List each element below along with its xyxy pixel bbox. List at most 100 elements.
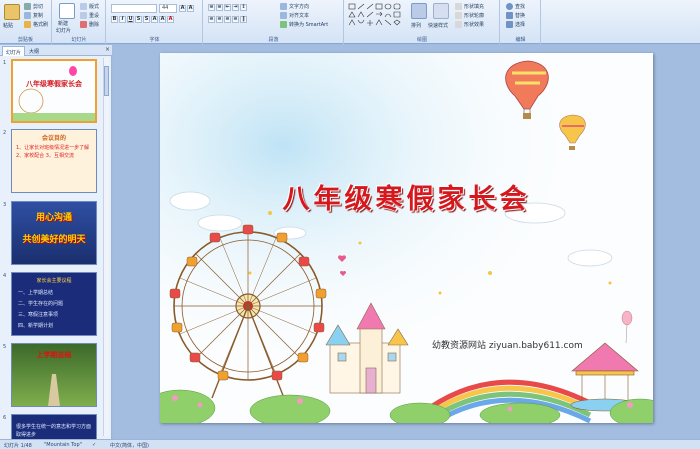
reset-icon <box>80 12 87 19</box>
new-slide-icon[interactable] <box>59 3 75 19</box>
thumbnail-number: 1 <box>3 60 7 66</box>
slides-group: 新建 幻灯片 版式 重设 删除 幻灯片 <box>53 0 106 44</box>
select-icon <box>506 21 513 28</box>
font-name-combo[interactable] <box>111 4 157 13</box>
shape-effects-button[interactable]: 形状效果 <box>455 21 484 28</box>
thumbnail-heading: 家长会主要议程 <box>36 278 72 284</box>
slide-background-illustration <box>160 53 653 423</box>
font-color-button[interactable]: A <box>167 16 174 23</box>
thumbnail-number: 4 <box>3 273 7 279</box>
reset-button[interactable]: 重设 <box>80 12 99 19</box>
thumbnail-item: 二、学生存在的问题 <box>18 301 64 307</box>
copy-icon <box>24 12 31 19</box>
columns-button[interactable]: ‖ <box>240 16 247 23</box>
slide-thumbnail-5[interactable]: 上学期总结 <box>11 343 97 407</box>
thumbnail-scrollbar[interactable] <box>103 58 109 436</box>
paragraph-group-label: 段落 <box>268 37 279 43</box>
align-left-button[interactable]: ≡ <box>208 16 215 23</box>
watermark-text: 幼教资源网站 ziyuan.baby611.com <box>432 341 583 351</box>
align-right-button[interactable]: ≡ <box>224 16 231 23</box>
slide-thumbnail-3[interactable]: 用心沟通 共创美好的明天 <box>11 201 97 265</box>
arrange-icon[interactable] <box>411 3 427 19</box>
find-icon <box>506 3 513 10</box>
clipboard-group: 粘贴 剪切 复制 格式刷 剪贴板 <box>0 0 52 44</box>
layout-button[interactable]: 版式 <box>80 3 99 10</box>
slides-group-label: 幻灯片 <box>71 37 87 43</box>
shape-fill-button[interactable]: 形状填充 <box>455 3 484 10</box>
text-direction-icon <box>280 3 287 10</box>
editing-group: 查找 替换 选择 编辑 <box>501 0 541 44</box>
scissors-icon <box>24 3 31 10</box>
new-slide-button-line2[interactable]: 幻灯片 <box>56 27 71 34</box>
thumbnail-item: 三、寒假注意事项 <box>18 312 59 318</box>
layout-icon <box>80 3 87 10</box>
replace-icon <box>506 12 513 19</box>
underline-button[interactable]: U <box>127 16 134 23</box>
close-icon[interactable]: × <box>105 46 110 53</box>
shape-outline-button[interactable]: 形状轮廓 <box>455 12 484 19</box>
new-slide-button[interactable]: 新建 <box>58 20 68 27</box>
paste-button[interactable]: 粘贴 <box>3 22 13 29</box>
strikethrough-button[interactable]: S <box>135 16 142 23</box>
slide-thumbnail-6[interactable]: 很多学生在统一的意志和学习方面取得进步 <box>11 414 97 439</box>
tab-slides[interactable]: 幻灯片 <box>2 46 26 56</box>
char-spacing-button[interactable]: A <box>151 16 158 23</box>
thumbnail-illustration <box>48 374 60 406</box>
text-direction-button[interactable]: 文字方向 <box>280 3 309 10</box>
thumbnail-number: 6 <box>3 415 7 421</box>
bold-button[interactable]: B <box>111 16 118 23</box>
format-painter-button[interactable]: 格式刷 <box>24 21 48 28</box>
select-button[interactable]: 选择 <box>506 21 525 28</box>
grow-font-button[interactable]: A <box>179 5 186 12</box>
spellcheck-icon[interactable]: ✓ <box>92 442 96 448</box>
slide-thumbnail-4[interactable]: 家长会主要议程 一、上学期总结 二、学生存在的问题 三、寒假注意事项 四、新学期… <box>11 272 97 336</box>
slide-thumbnail-2[interactable]: 会议目的 1、让家长对班级情况进一步了解 2、家校配合 3、互相交流 <box>11 129 97 193</box>
quick-styles-icon[interactable] <box>433 3 449 19</box>
copy-button[interactable]: 复制 <box>24 12 43 19</box>
thumbnail-body: 1、让家长对班级情况进一步了解 2、家校配合 3、互相交流 <box>16 145 90 159</box>
font-size-combo[interactable]: 44 <box>159 4 177 13</box>
delete-button[interactable]: 删除 <box>80 21 99 28</box>
language-indicator[interactable]: 中文(简体，中国) <box>110 442 149 449</box>
italic-button[interactable]: I <box>119 16 126 23</box>
increase-indent-button[interactable]: ⇥ <box>232 4 239 11</box>
tab-outline[interactable]: 大纲 <box>26 46 42 56</box>
decrease-indent-button[interactable]: ⇤ <box>224 4 231 11</box>
drawing-group: 排列 快速样式 形状填充 形状轮廓 形状效果 绘图 <box>345 0 500 44</box>
align-center-button[interactable]: ≡ <box>216 16 223 23</box>
find-button[interactable]: 查找 <box>506 3 525 10</box>
change-case-button[interactable]: A <box>159 16 166 23</box>
bullets-button[interactable]: ≡ <box>208 4 215 11</box>
paste-icon[interactable] <box>4 4 20 20</box>
shapes-gallery[interactable] <box>348 3 402 29</box>
shrink-font-button[interactable]: A <box>187 5 194 12</box>
align-text-button[interactable]: 对齐文本 <box>280 12 309 19</box>
justify-button[interactable]: ≡ <box>232 16 239 23</box>
thumbnail-number: 2 <box>3 130 7 136</box>
thumbnail-heading: 会议目的 <box>41 135 66 142</box>
thumbnail-number: 3 <box>3 202 7 208</box>
slide-title[interactable]: 八年级寒假家长会 <box>160 177 653 216</box>
current-slide[interactable]: 八年级寒假家长会 幼教资源网站 ziyuan.baby611.com <box>160 53 653 423</box>
scrollbar-thumb[interactable] <box>104 66 109 96</box>
shadow-button[interactable]: S <box>143 16 150 23</box>
outline-icon <box>455 12 462 19</box>
numbering-button[interactable]: ≡ <box>216 4 223 11</box>
thumbnail-line2: 共创美好的明天 <box>22 235 86 245</box>
replace-button[interactable]: 替换 <box>506 12 525 19</box>
effects-icon <box>455 21 462 28</box>
thumbnail-body: 很多学生在统一的意志和学习方面取得进步 <box>16 424 92 438</box>
slide-counter: 幻灯片 1/48 <box>4 443 32 449</box>
editing-group-label: 编辑 <box>515 37 526 43</box>
smartart-button[interactable]: 转换为 SmartArt <box>280 21 328 28</box>
ribbon: 粘贴 剪切 复制 格式刷 剪贴板 新建 幻灯片 版式 重设 删除 幻灯片 44 … <box>0 0 700 44</box>
paragraph-group: ≡ ≡ ⇤ ⇥ ↕ ≡ ≡ ≡ ≡ ‖ 文字方向 对齐文本 转换为 SmartA… <box>204 0 344 44</box>
arrange-button[interactable]: 排列 <box>411 22 421 29</box>
cut-button[interactable]: 剪切 <box>24 3 43 10</box>
slide-thumbnail-1[interactable]: 八年级寒假家长会 <box>11 59 97 123</box>
line-spacing-button[interactable]: ↕ <box>240 4 247 11</box>
delete-icon <box>80 21 87 28</box>
quick-styles-button[interactable]: 快速样式 <box>428 22 448 29</box>
panel-tabs: 幻灯片 大纲 × <box>0 45 112 56</box>
drawing-group-label: 绘图 <box>416 37 427 43</box>
